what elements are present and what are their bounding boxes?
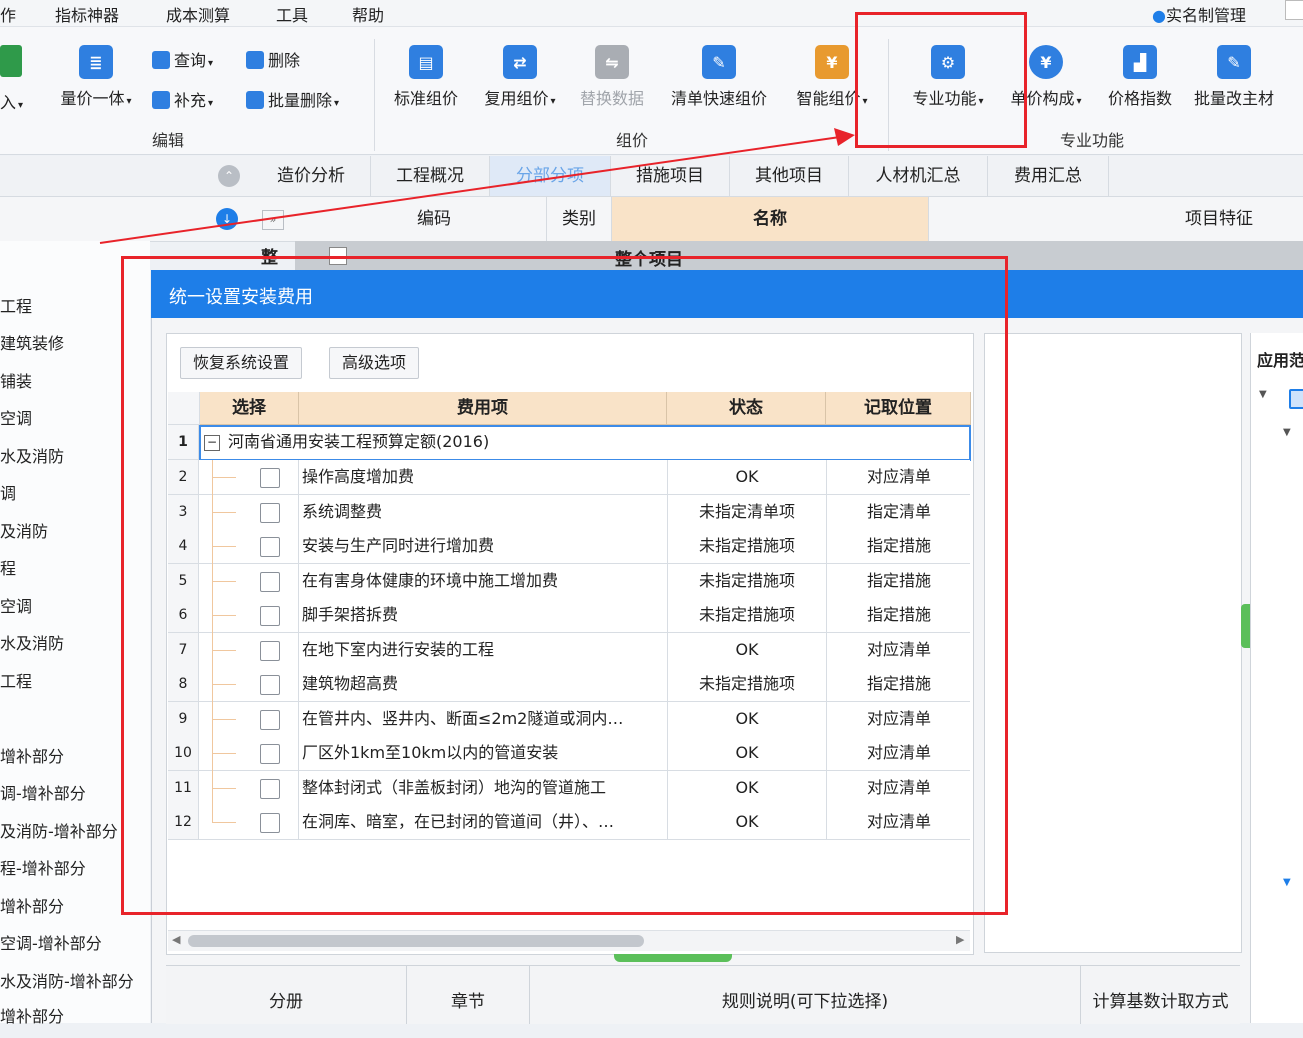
annotation-arrow-head [834, 128, 855, 146]
annotation-arrow-line [99, 136, 841, 244]
annotation-arrow [99, 128, 855, 244]
